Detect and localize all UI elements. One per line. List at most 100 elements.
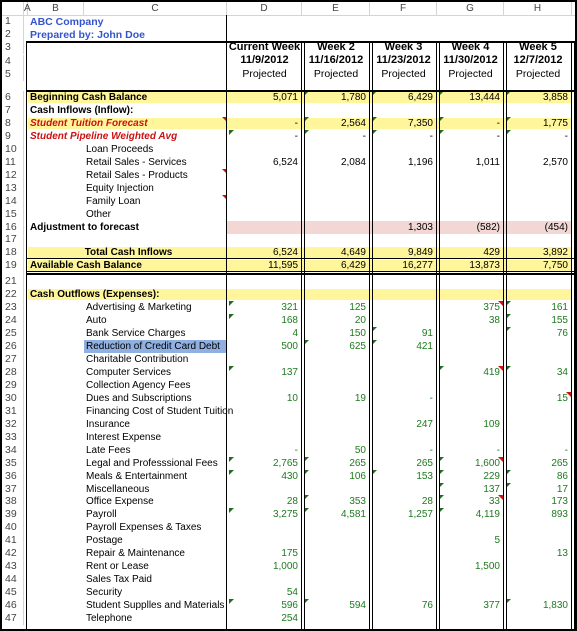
value-cell[interactable]: 28 [370,495,437,508]
value-cell[interactable]: 10 [227,392,302,405]
value-cell[interactable] [370,182,437,195]
row-label[interactable]: Beginning Cash Balance [30,91,227,104]
value-cell[interactable]: 109 [437,418,504,431]
value-cell[interactable] [437,104,504,117]
value-cell[interactable]: 3,275 [227,508,302,521]
value-cell[interactable] [437,405,504,418]
row-label[interactable]: Other [86,208,227,221]
value-cell[interactable]: - [504,130,572,143]
value-cell[interactable] [370,547,437,560]
value-cell[interactable]: 265 [504,457,572,470]
value-cell[interactable] [302,560,370,573]
row-header[interactable]: 2 [2,28,24,42]
value-cell[interactable]: 2,084 [302,156,370,169]
value-cell[interactable] [504,560,572,573]
value-cell[interactable]: 76 [504,327,572,340]
value-cell[interactable] [302,182,370,195]
value-cell[interactable]: 168 [227,314,302,327]
value-cell[interactable]: 5 [437,534,504,547]
row-header[interactable]: 3 [2,41,24,55]
value-cell[interactable]: 125 [302,301,370,314]
value-cell[interactable]: - [437,130,504,143]
value-cell[interactable] [370,586,437,599]
value-cell[interactable] [370,573,437,586]
value-cell[interactable] [302,431,370,444]
value-cell[interactable]: 596 [227,599,302,612]
value-cell[interactable]: 247 [370,418,437,431]
row-header[interactable]: 41 [2,534,24,548]
value-cell[interactable]: 86 [504,470,572,483]
value-cell[interactable] [504,379,572,392]
value-cell[interactable]: 2,564 [302,117,370,130]
row-header[interactable]: 11 [2,155,24,169]
select-all-corner[interactable] [2,2,24,15]
value-cell[interactable] [370,143,437,156]
value-cell[interactable] [504,418,572,431]
value-cell[interactable]: 1,830 [504,599,572,612]
row-header[interactable]: 21 [2,275,24,289]
value-cell[interactable]: 265 [370,457,437,470]
value-cell[interactable]: 1,011 [437,156,504,169]
value-cell[interactable] [437,340,504,353]
value-cell[interactable] [227,104,302,117]
value-cell[interactable]: 5,071 [227,91,302,104]
row-label[interactable]: Rent or Lease [86,560,227,573]
value-cell[interactable] [302,405,370,418]
row-label[interactable]: Meals & Entertainment [86,470,227,483]
value-cell[interactable] [227,288,302,301]
value-cell[interactable]: - [370,444,437,457]
value-cell[interactable]: (454) [504,221,572,234]
row-header[interactable]: 28 [2,365,24,379]
value-cell[interactable] [302,483,370,496]
value-cell[interactable] [437,392,504,405]
value-cell[interactable]: 421 [370,340,437,353]
row-header[interactable]: 4 [2,54,24,68]
row-header[interactable]: 12 [2,168,24,182]
row-header[interactable]: 17 [2,233,24,247]
value-cell[interactable] [437,182,504,195]
value-cell[interactable] [437,353,504,366]
value-cell[interactable] [437,573,504,586]
row-label[interactable]: Retail Sales - Services [86,156,227,169]
row-header[interactable]: 25 [2,327,24,341]
row-header[interactable]: 23 [2,301,24,315]
value-cell[interactable] [437,612,504,625]
row-label[interactable]: Telephone [86,612,227,625]
value-cell[interactable]: 4,119 [437,508,504,521]
value-cell[interactable]: 34 [504,366,572,379]
value-cell[interactable]: 20 [302,314,370,327]
row-header[interactable]: 33 [2,430,24,444]
value-cell[interactable] [370,560,437,573]
value-cell[interactable] [227,169,302,182]
column-header-h[interactable]: H [504,2,572,15]
row-label[interactable]: Advertising & Marketing [86,301,227,314]
row-header[interactable]: 45 [2,586,24,600]
value-cell[interactable]: 1,257 [370,508,437,521]
row-header[interactable]: 24 [2,314,24,328]
row-label[interactable]: Sales Tax Paid [86,573,227,586]
value-cell[interactable]: 254 [227,612,302,625]
value-cell[interactable] [437,586,504,599]
value-cell[interactable]: - [370,130,437,143]
row-label[interactable]: Interest Expense [86,431,227,444]
value-cell[interactable]: 2,570 [504,156,572,169]
value-cell[interactable] [302,288,370,301]
value-cell[interactable] [504,233,572,246]
column-header-i[interactable] [572,2,575,15]
row-header[interactable]: 37 [2,482,24,496]
row-label[interactable]: Payroll [86,508,227,521]
row-label[interactable]: Insurance [86,418,227,431]
row-header[interactable]: 31 [2,404,24,418]
row-header[interactable]: 30 [2,391,24,405]
row-label[interactable] [30,233,227,246]
value-cell[interactable] [302,353,370,366]
value-cell[interactable]: - [370,392,437,405]
row-label[interactable]: Charitable Contribution [86,353,227,366]
value-cell[interactable] [437,195,504,208]
value-cell[interactable] [227,143,302,156]
value-cell[interactable] [504,534,572,547]
row-label[interactable]: Equity Injection [86,182,227,195]
row-label[interactable]: Collection Agency Fees [86,379,227,392]
value-cell[interactable] [302,275,370,288]
row-label[interactable]: Postage [86,534,227,547]
